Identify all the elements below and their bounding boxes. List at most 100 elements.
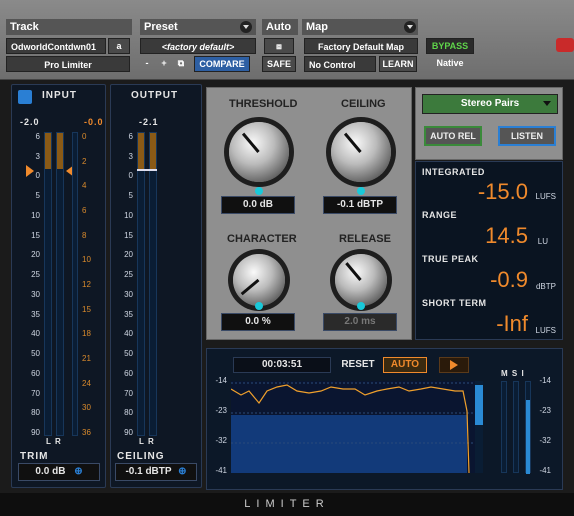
input-meter-right — [56, 132, 64, 436]
scale-tick-label: 15 — [31, 230, 40, 240]
loudness-history-panel: 00:03:51 RESET AUTO -14 -23 -32 -41 M S I -… — [206, 348, 563, 490]
record-icon[interactable] — [556, 38, 574, 52]
threshold-knob[interactable] — [229, 122, 289, 182]
short-term-label: SHORT TERM — [422, 298, 487, 308]
bypass-button[interactable]: BYPASS — [426, 38, 474, 54]
true-peak-value: -0.9 — [490, 267, 528, 292]
scale-tick-label: 80 — [31, 408, 40, 418]
ceiling-knob-value[interactable]: -0.1 dBTP — [323, 196, 397, 214]
play-button[interactable] — [439, 357, 469, 373]
scale-tick-label: 2 — [82, 156, 87, 166]
ceiling-marker[interactable] — [137, 169, 157, 171]
history-y-label: -14 — [215, 376, 227, 385]
map-selector[interactable]: Factory Default Map — [304, 38, 418, 54]
range-unit: LU — [537, 237, 548, 246]
threshold-label: THRESHOLD — [229, 98, 298, 110]
auto-button[interactable]: AUTO — [383, 357, 427, 373]
scale-tick-label: 80 — [124, 408, 133, 418]
scale-tick-label: 18 — [82, 329, 91, 339]
range-label: RANGE — [422, 210, 458, 220]
release-knob[interactable] — [335, 254, 387, 306]
short-term-value: -Inf — [496, 311, 528, 336]
auto-release-button[interactable]: AUTO REL — [424, 126, 482, 146]
reset-button[interactable]: RESET — [337, 357, 379, 373]
scale-tick-label: 3 — [128, 151, 133, 161]
preset-selector[interactable]: <factory default> — [140, 38, 256, 54]
loudness-history-plot — [231, 381, 475, 473]
plugin-header-bar: Track Preset Auto Map OdworldContdwn01 a… — [0, 0, 574, 80]
auto-window-icon[interactable]: ⧈ — [264, 38, 294, 54]
release-value[interactable]: 2.0 ms — [323, 313, 397, 331]
momentary-meter — [501, 381, 507, 473]
control-selector[interactable]: No Control — [304, 56, 376, 72]
track-selector[interactable]: OdworldContdwn01 — [6, 38, 106, 54]
threshold-value[interactable]: 0.0 dB — [221, 196, 295, 214]
trim-value: 0.0 dB — [35, 466, 66, 477]
track-channel-selector[interactable]: a — [108, 38, 130, 54]
scale-tick-label: 12 — [82, 280, 91, 289]
history-y-label: -41 — [215, 466, 227, 475]
history-y-label: -14 — [539, 376, 551, 385]
compare-button[interactable]: COMPARE — [194, 56, 250, 72]
preset-header: Preset — [140, 19, 256, 35]
history-time: 00:03:51 — [233, 357, 331, 373]
mode-controls-panel: Stereo Pairs AUTO REL LISTEN — [415, 87, 563, 160]
preset-menu-icon[interactable] — [240, 21, 252, 33]
integrated-value: -15.0 — [477, 179, 528, 204]
scale-tick-label: 36 — [82, 428, 91, 437]
scale-tick-label: 5 — [128, 191, 133, 201]
plot-fill-area — [231, 415, 467, 473]
scale-tick-label: 0 — [82, 132, 87, 141]
preset-previous-button[interactable]: - — [140, 56, 154, 72]
scale-tick-label: 4 — [82, 181, 87, 191]
release-label: RELEASE — [339, 233, 391, 245]
ceiling-knob[interactable] — [331, 122, 391, 182]
preset-next-button[interactable]: + — [157, 56, 171, 72]
scale-tick-label: 0 — [128, 171, 133, 181]
output-meter-right — [149, 132, 157, 436]
safe-button[interactable]: SAFE — [262, 56, 296, 72]
meter-settings-icon[interactable] — [18, 90, 32, 104]
listen-button[interactable]: LISTEN — [498, 126, 556, 146]
preset-copy-icon[interactable]: ⧉ — [173, 56, 189, 72]
msi-label: M S I — [501, 369, 525, 378]
track-header: Track — [6, 19, 132, 35]
plugin-selector[interactable]: Pro Limiter — [6, 56, 130, 72]
output-peak[interactable]: -2.1 — [139, 117, 159, 127]
input-peak-left[interactable]: -2.0 — [20, 117, 40, 127]
scale-tick-label: 50 — [124, 349, 133, 359]
threshold-link-dot-icon — [255, 187, 263, 195]
scale-tick-label: 60 — [124, 368, 133, 378]
short-term-meter — [513, 381, 519, 473]
ceiling-value-field[interactable]: -0.1 dBTP ⊕ — [115, 463, 197, 481]
map-menu-icon[interactable] — [404, 21, 416, 33]
input-lr-label: L R — [46, 437, 62, 446]
scale-tick-label: 6 — [128, 132, 133, 141]
trim-left-arrow-icon[interactable] — [26, 165, 34, 177]
scale-tick-label: 70 — [124, 388, 133, 398]
auto-header: Auto — [262, 19, 298, 35]
scale-tick-label: 30 — [82, 403, 91, 413]
ceiling-meter-label: CEILING — [117, 451, 165, 462]
scale-tick-label: 20 — [31, 250, 40, 260]
history-side-meter — [475, 381, 483, 473]
stereo-mode-selector[interactable]: Stereo Pairs — [422, 94, 558, 114]
link-icon[interactable]: ⊕ — [178, 466, 186, 477]
integrated-meter — [525, 381, 531, 474]
character-knob[interactable] — [233, 254, 285, 306]
input-peak-right[interactable]: -0.0 — [84, 117, 104, 127]
scale-tick-label: 90 — [31, 428, 40, 437]
true-peak-label: TRUE PEAK — [422, 254, 479, 264]
native-indicator: Native — [436, 58, 464, 68]
character-value[interactable]: 0.0 % — [221, 313, 295, 331]
learn-button[interactable]: LEARN — [379, 56, 417, 72]
scale-tick-label: 25 — [124, 270, 133, 280]
history-y-label: -32 — [215, 436, 227, 445]
true-peak-unit: dBTP — [535, 282, 556, 291]
scale-tick-label: 5 — [35, 191, 40, 201]
link-icon[interactable]: ⊕ — [74, 466, 82, 477]
trim-value-field[interactable]: 0.0 dB ⊕ — [18, 463, 100, 481]
scale-tick-label: 6 — [82, 206, 87, 215]
scale-tick-label: 30 — [124, 289, 133, 299]
output-meter-panel: OUTPUT -2.1 6 3 0 5 10 15 20 25 30 35 40 50 60 70 80 90… — [110, 84, 202, 488]
